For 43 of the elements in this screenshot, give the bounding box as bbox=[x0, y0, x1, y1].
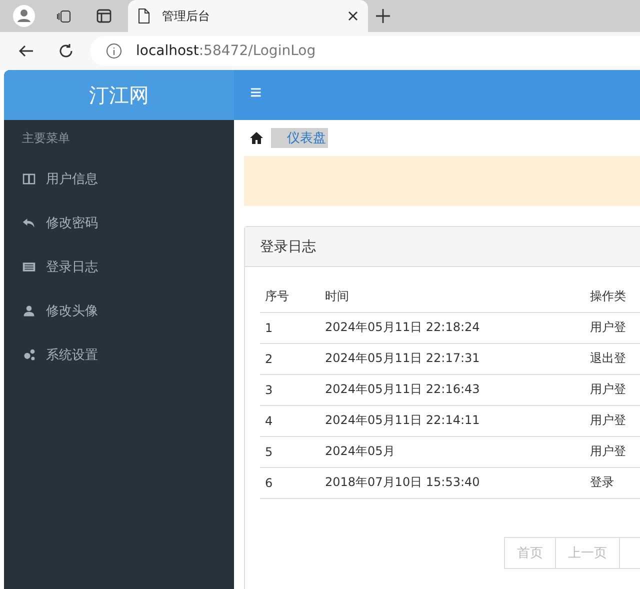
sidebar-item[interactable]: 系统设置 bbox=[4, 333, 234, 377]
info-icon bbox=[106, 43, 122, 59]
table-cell: 退出登 bbox=[585, 343, 640, 374]
table-cell: 2024年05月11日 22:16:43 bbox=[320, 374, 585, 405]
column-header: 序号 bbox=[260, 281, 320, 312]
user-icon bbox=[22, 304, 36, 318]
sidebar-item[interactable]: 用户信息 bbox=[4, 157, 234, 201]
new-tab-icon[interactable] bbox=[376, 9, 390, 23]
column-header: 操作类 bbox=[585, 281, 640, 312]
table-cell: 4 bbox=[260, 405, 320, 436]
table-cell: 用户登 bbox=[585, 405, 640, 436]
home-icon[interactable] bbox=[250, 132, 263, 144]
table-cell: 2024年05月 bbox=[320, 436, 585, 467]
table-cell: 2018年07月10日 15:53:40 bbox=[320, 467, 585, 498]
sidebar-item[interactable]: 修改密码 bbox=[4, 201, 234, 245]
table-cell: 用户登 bbox=[585, 436, 640, 467]
sidebar-item[interactable]: 修改头像 bbox=[4, 289, 234, 333]
brand-logo: 汀江网 bbox=[4, 70, 234, 120]
sidebar-item[interactable]: 登录日志 bbox=[4, 245, 234, 289]
menu-heading: 主要菜单 bbox=[21, 130, 71, 147]
table-cell: 登录 bbox=[585, 467, 640, 498]
table-cell: 6 bbox=[260, 467, 320, 498]
menu-toggle[interactable]: ≡ bbox=[250, 82, 262, 108]
table-cell: 用户登 bbox=[585, 312, 640, 343]
page-icon bbox=[138, 8, 150, 24]
gears-icon bbox=[22, 348, 36, 362]
list-icon bbox=[22, 260, 36, 274]
browser-tab[interactable]: 管理后台 bbox=[128, 0, 368, 32]
table-cell: 3 bbox=[260, 374, 320, 405]
close-icon[interactable] bbox=[348, 11, 358, 21]
column-header: 时间 bbox=[320, 281, 585, 312]
table-cell: 2024年05月11日 22:18:24 bbox=[320, 312, 585, 343]
columns-icon bbox=[22, 172, 36, 186]
url-text: localhost:58472/LoginLog bbox=[136, 43, 316, 59]
table-cell: 1 bbox=[260, 312, 320, 343]
table-cell: 5 bbox=[260, 436, 320, 467]
table-cell: 2024年05月11日 22:17:31 bbox=[320, 343, 585, 374]
tab-title: 管理后台 bbox=[162, 8, 211, 24]
address-field[interactable]: localhost:58472/LoginLog bbox=[90, 36, 640, 66]
panel-title: 登录日志 bbox=[245, 227, 640, 267]
table-cell: 2024年05月11日 22:14:11 bbox=[320, 405, 585, 436]
table-cell: 2 bbox=[260, 343, 320, 374]
table-cell: 用户登 bbox=[585, 374, 640, 405]
